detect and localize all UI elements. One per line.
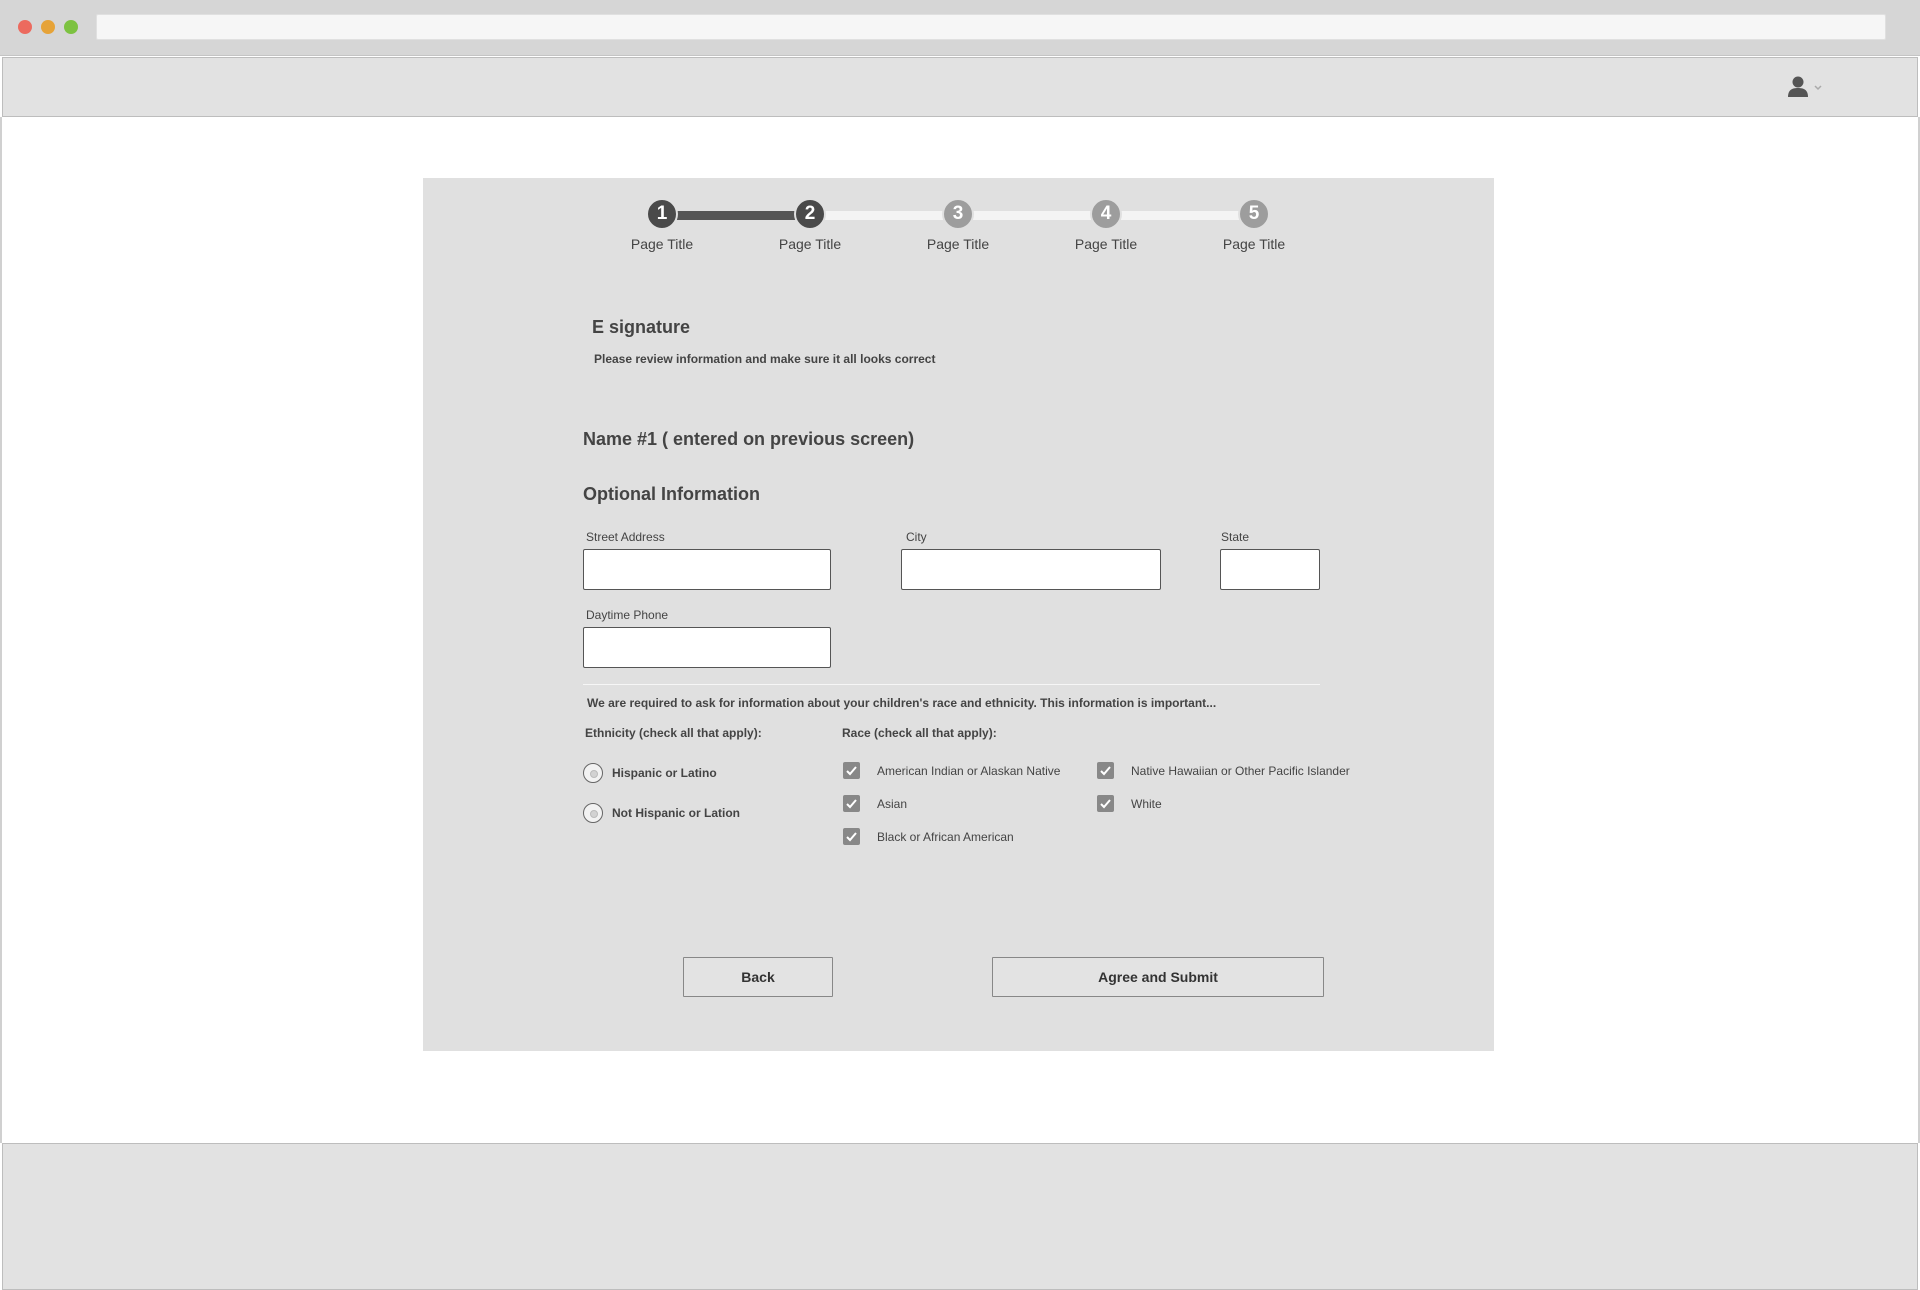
race-option-white[interactable]: White — [1097, 795, 1162, 812]
applicant-name: Name #1 ( entered on previous screen) — [583, 429, 915, 449]
back-button[interactable]: Back — [683, 957, 833, 997]
daytime-phone-input[interactable] — [583, 627, 831, 668]
radio-label: Hispanic or Latino — [612, 766, 717, 780]
daytime-phone-label: Daytime Phone — [586, 608, 669, 622]
checkmark-icon — [846, 799, 857, 809]
step-1[interactable]: 1 Page Title — [587, 198, 737, 252]
step-number: 1 — [646, 198, 678, 230]
window-close-dot[interactable] — [18, 20, 32, 34]
checkmark-icon — [1100, 799, 1111, 809]
page-subtitle: Please review information and make sure … — [594, 352, 936, 366]
step-3[interactable]: 3 Page Title — [883, 198, 1033, 252]
step-label: Page Title — [630, 236, 694, 252]
step-2[interactable]: 2 Page Title — [735, 198, 885, 252]
race-option-black[interactable]: Black or African American — [843, 828, 1014, 845]
city-label: City — [906, 530, 927, 544]
radio-label: Not Hispanic or Lation — [612, 806, 741, 820]
user-menu[interactable] — [1787, 74, 1827, 100]
page-title: E signature — [592, 317, 691, 337]
form-panel: 1 Page Title 2 Page Title 3 Page Title 4… — [423, 178, 1494, 1051]
race-ethnicity-notice: We are required to ask for information a… — [587, 696, 1217, 710]
radio-button[interactable] — [583, 763, 603, 783]
step-number: 5 — [1238, 198, 1270, 230]
browser-chrome — [0, 0, 1920, 56]
agree-and-submit-button[interactable]: Agree and Submit — [992, 957, 1324, 997]
checkbox-checked[interactable] — [843, 828, 860, 845]
checkbox-checked[interactable] — [1097, 762, 1114, 779]
section-divider — [583, 684, 1320, 685]
progress-stepper: 1 Page Title 2 Page Title 3 Page Title 4… — [423, 178, 1494, 278]
race-title: Race (check all that apply): — [842, 726, 997, 740]
step-number: 4 — [1090, 198, 1122, 230]
city-input[interactable] — [901, 549, 1161, 590]
step-number: 3 — [942, 198, 974, 230]
race-option-american-indian[interactable]: American Indian or Alaskan Native — [843, 762, 1060, 779]
step-number: 2 — [794, 198, 826, 230]
checkbox-label: Native Hawaiian or Other Pacific Islande… — [1131, 763, 1350, 778]
page-border-left — [0, 117, 2, 1143]
checkbox-checked[interactable] — [843, 762, 860, 779]
step-label: Page Title — [778, 236, 842, 252]
state-input[interactable] — [1220, 549, 1320, 590]
checkbox-checked[interactable] — [843, 795, 860, 812]
ethnicity-option-not-hispanic[interactable]: Not Hispanic or Lation — [583, 803, 740, 823]
checkbox-label: Asian — [877, 796, 908, 811]
checkbox-label: White — [1131, 796, 1162, 811]
user-icon — [1788, 76, 1808, 97]
window-maximize-dot[interactable] — [64, 20, 78, 34]
street-address-label: Street Address — [586, 530, 665, 544]
state-label: State — [1221, 530, 1250, 544]
checkbox-label: American Indian or Alaskan Native — [877, 763, 1061, 778]
checkbox-checked[interactable] — [1097, 795, 1114, 812]
checkmark-icon — [846, 766, 857, 776]
step-label: Page Title — [1222, 236, 1286, 252]
step-4[interactable]: 4 Page Title — [1031, 198, 1181, 252]
street-address-input[interactable] — [583, 549, 831, 590]
ethnicity-title: Ethnicity (check all that apply): — [585, 726, 762, 740]
radio-button[interactable] — [583, 803, 603, 823]
step-5[interactable]: 5 Page Title — [1179, 198, 1329, 252]
section-title: Optional Information — [583, 484, 760, 504]
app-header — [2, 57, 1918, 117]
chevron-down-icon — [1814, 85, 1822, 91]
step-label: Page Title — [926, 236, 990, 252]
checkmark-icon — [846, 832, 857, 842]
window-minimize-dot[interactable] — [41, 20, 55, 34]
checkmark-icon — [1100, 766, 1111, 776]
app-footer — [2, 1143, 1918, 1290]
race-option-pacific-islander[interactable]: Native Hawaiian or Other Pacific Islande… — [1097, 762, 1350, 779]
address-bar[interactable] — [96, 14, 1886, 40]
checkbox-label: Black or African American — [877, 829, 1014, 844]
step-label: Page Title — [1074, 236, 1138, 252]
ethnicity-option-hispanic[interactable]: Hispanic or Latino — [583, 763, 717, 783]
race-option-asian[interactable]: Asian — [843, 795, 907, 812]
